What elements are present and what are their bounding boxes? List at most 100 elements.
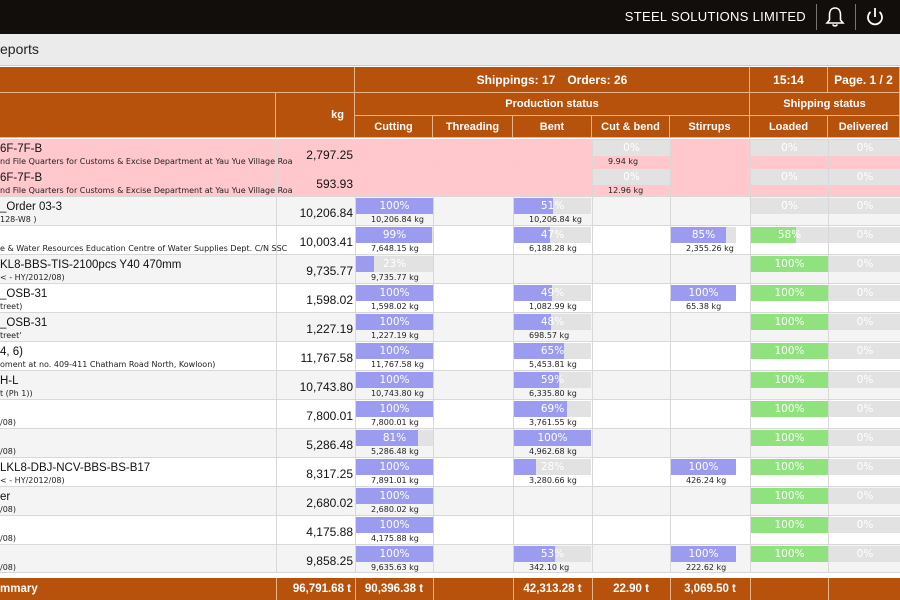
progress-percent: 85% [691, 229, 716, 241]
cutting-weight: 1,227.19 kg [371, 331, 419, 340]
order-name: 6F-7F-B [0, 172, 43, 184]
table-row[interactable]: 6F-7F-B nd File Quarters for Customs & Ex… [0, 168, 900, 197]
cut-bend-progress-bar: 0% [593, 140, 670, 156]
table-row[interactable]: /08) 9,858.25 100% 9,635.63 kg 53% 342.10 kg 1… [0, 545, 900, 573]
column-divider [670, 400, 671, 428]
progress-percent: 100% [379, 519, 410, 531]
column-divider [592, 226, 593, 254]
delivered-progress-bar: 0% [829, 546, 900, 562]
column-divider [670, 371, 671, 399]
stirrups-weight: 426.24 kg [686, 476, 727, 485]
delivered-progress-bar: 0% [829, 430, 900, 446]
progress-percent: 100% [379, 403, 410, 415]
order-project: /08) [0, 563, 16, 572]
bent-progress-bar: 53% [514, 546, 591, 562]
column-divider [433, 226, 434, 254]
cutting-weight: 7,648.15 kg [371, 244, 419, 253]
table-row[interactable]: KL8-BBS-TIS-2100pcs Y40 470mm < - HY/2012… [0, 255, 900, 284]
column-divider [433, 545, 434, 572]
column-divider [433, 255, 434, 283]
progress-percent: 0% [623, 142, 640, 154]
order-name: LKL8-DBJ-NCV-BBS-BS-B17 [0, 462, 151, 474]
loaded-progress-bar: 100% [751, 256, 828, 272]
order-weight: 7,800.01 [306, 409, 353, 423]
order-weight: 4,175.88 [306, 525, 353, 539]
company-name: STEEL SOLUTIONS LIMITED [624, 9, 806, 24]
progress-percent: 0% [781, 171, 798, 183]
table-row[interactable]: _Order 03-3 128-W8 ) 10,206.84 100% 10,206.8… [0, 197, 900, 226]
progress-percent: 100% [774, 548, 805, 560]
loaded-progress-bar: 100% [751, 546, 828, 562]
delivered-progress-bar: 0% [829, 343, 900, 359]
progress-percent: 59% [540, 374, 565, 386]
loaded-progress-bar: 100% [751, 343, 828, 359]
table-row[interactable]: 4, 6) oment at no. 409-411 Chatham Road N… [0, 342, 900, 371]
progress-percent: 0% [856, 432, 874, 444]
progress-percent: 81% [382, 432, 407, 444]
order-project: 128-W8 ) [0, 215, 37, 224]
progress-percent: 48% [540, 316, 565, 328]
progress-percent: 58% [777, 229, 802, 241]
delivered-progress-bar: 0% [829, 401, 900, 417]
bent-weight: 4,962.68 kg [529, 447, 577, 456]
progress-percent: 53% [540, 548, 565, 560]
stirrups-column-header: Stirrups [670, 116, 750, 138]
cutting-progress-bar: 100% [356, 546, 433, 562]
toolbar-divider [816, 4, 817, 30]
column-divider [592, 400, 593, 428]
column-divider [592, 284, 593, 312]
order-column-header [0, 93, 276, 138]
progress-percent: 100% [774, 287, 805, 299]
cutting-progress-bar: 23% [356, 256, 433, 272]
progress-percent: 28% [540, 461, 565, 473]
loaded-progress-bar: 0% [751, 198, 828, 214]
cutting-progress-bar: 100% [356, 401, 433, 417]
column-divider [592, 371, 593, 399]
loaded-progress-bar: 100% [751, 517, 828, 533]
progress-percent: 0% [856, 519, 874, 531]
sub-header: eports [0, 34, 900, 66]
power-icon[interactable] [863, 6, 887, 28]
delivered-progress-bar: 0% [829, 314, 900, 330]
progress-percent: 65% [540, 345, 565, 357]
table-row[interactable]: H-L t (Ph 1)) 10,743.80 100% 10,743.80 kg 59%… [0, 371, 900, 400]
cutting-weight: 10,206.84 kg [371, 215, 424, 224]
loaded-progress-bar: 100% [751, 430, 828, 446]
table-row[interactable]: 6F-7F-B nd File Quarters for Customs & Ex… [0, 139, 900, 168]
loaded-progress-bar: 100% [751, 372, 828, 388]
bent-progress-bar: 28% [514, 459, 591, 475]
table-row[interactable]: /08) 5,286.48 81% 5,286.48 kg 100% 4,962.68 k… [0, 429, 900, 458]
table-row[interactable]: LKL8-DBJ-NCV-BBS-BS-B17 < - HY/2012/08) 8,… [0, 458, 900, 487]
bent-column-header: Bent [513, 116, 592, 138]
bent-progress-bar: 51% [514, 198, 591, 214]
cutting-progress-bar: 100% [356, 517, 433, 533]
page-title: eports [0, 41, 39, 57]
table-row[interactable]: /08) 7,800.01 100% 7,800.01 kg 69% 3,761.55 k… [0, 400, 900, 429]
page-indicator[interactable]: Page. 1 / 2 [828, 67, 900, 93]
order-weight: 9,858.25 [306, 554, 353, 568]
table-row[interactable]: /08) 4,175.88 100% 4,175.88 kg 100% 0% [0, 516, 900, 545]
column-divider [592, 429, 593, 457]
column-divider [592, 255, 593, 283]
order-weight: 1,227.19 [306, 322, 353, 336]
bell-icon[interactable] [823, 6, 847, 28]
column-divider [433, 429, 434, 457]
progress-percent: 100% [379, 461, 410, 473]
loaded-progress-bar: 0% [751, 140, 828, 156]
column-divider [592, 545, 593, 572]
table-row[interactable]: _OSB-31 treet' 1,227.19 100% 1,227.19 kg 48% 6… [0, 313, 900, 342]
table-row[interactable]: er/08) 2,680.02 100% 2,680.02 kg 100% 0% [0, 487, 900, 516]
table-row[interactable]: _OSB-31 treet) 1,598.02 100% 1,598.02 kg 49% 1… [0, 284, 900, 313]
summary-row: mmary 96,791.68 t 90,396.38 t 42,313.28 … [0, 578, 900, 600]
cutting-weight: 7,800.01 kg [371, 418, 419, 427]
order-project: t (Ph 1)) [0, 389, 33, 398]
table-row[interactable]: e & Water Resources Education Centre of … [0, 226, 900, 255]
progress-percent: 100% [379, 490, 410, 502]
order-project: /08) [0, 505, 16, 514]
column-divider [433, 168, 434, 196]
shippings-orders-header: Shippings: 17 Orders: 26 [355, 67, 750, 93]
summary-label: mmary [0, 583, 38, 595]
column-divider [670, 313, 671, 341]
progress-percent: 100% [774, 258, 805, 270]
cutting-weight: 2,680.02 kg [371, 505, 419, 514]
